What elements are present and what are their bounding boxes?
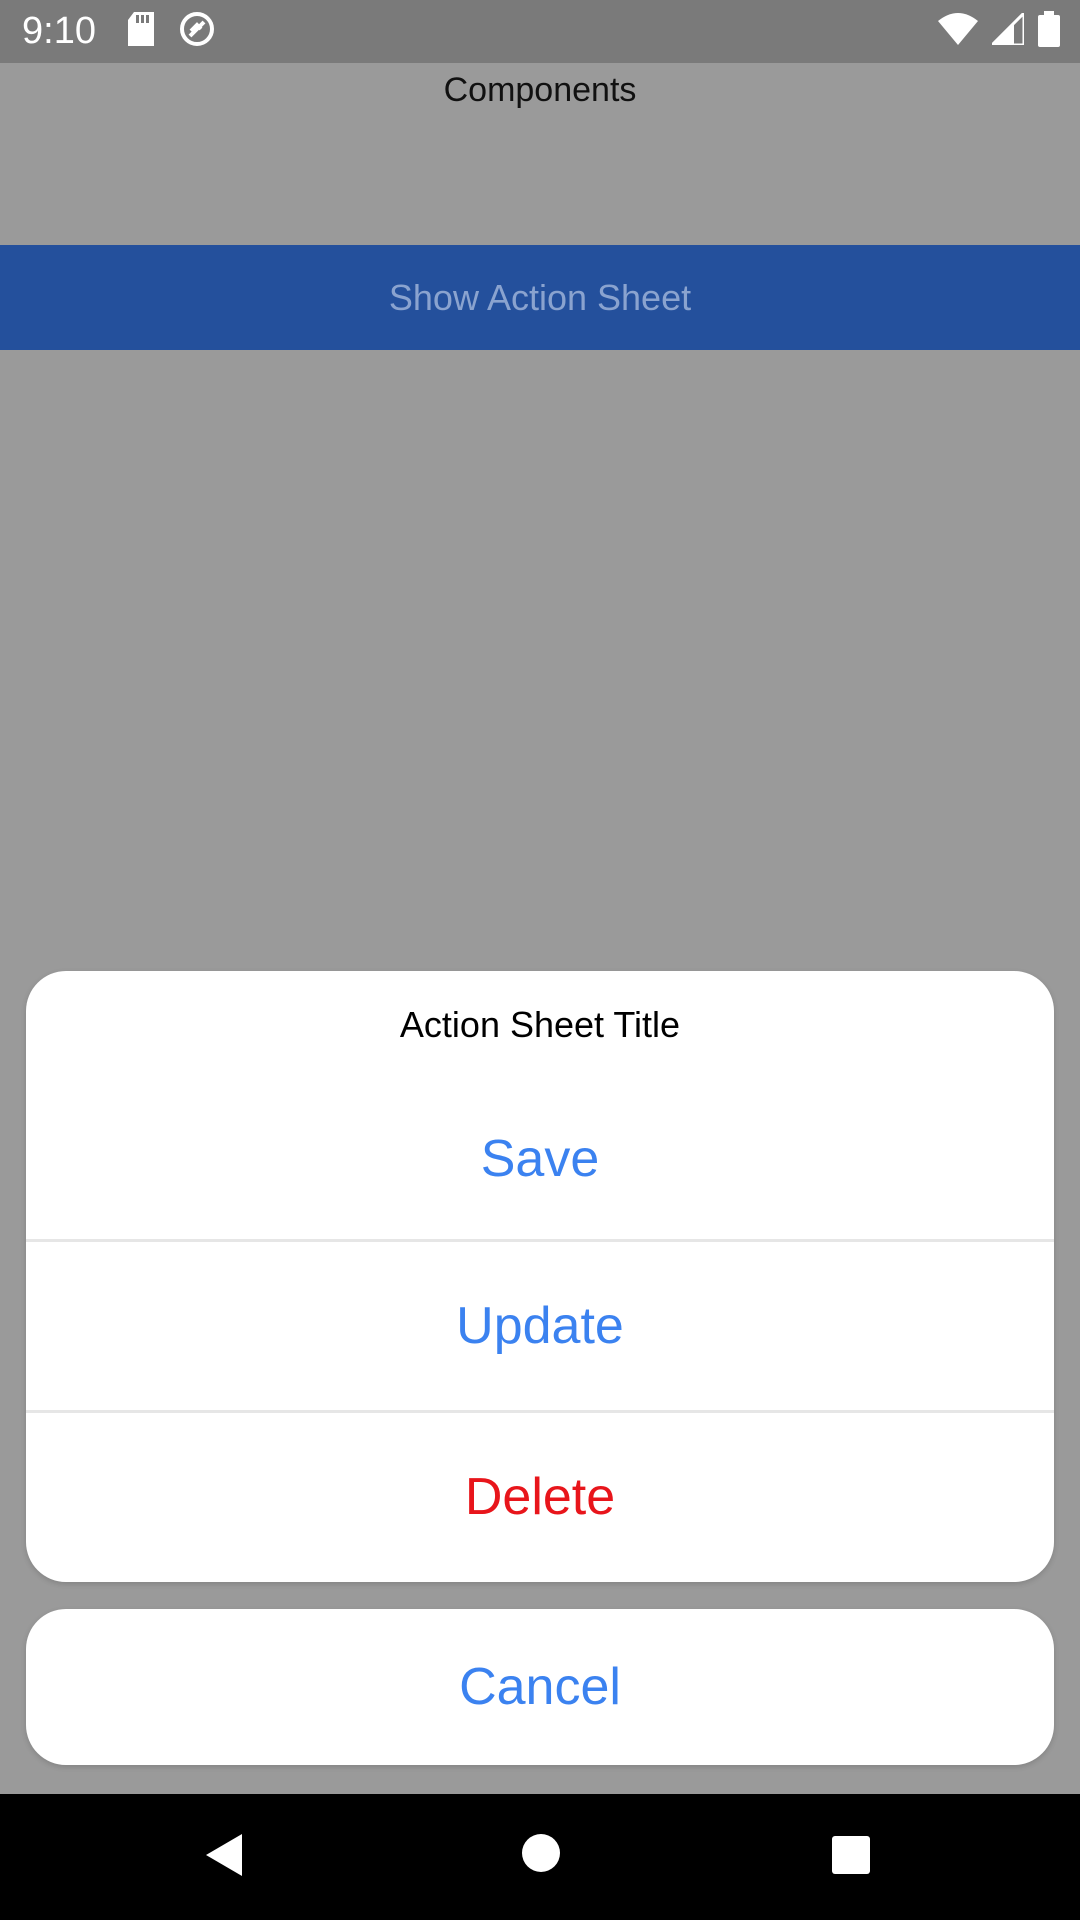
show-action-sheet-button[interactable]: Show Action Sheet [0,245,1080,350]
save-option[interactable]: Save [26,1079,1054,1239]
status-bar: 9:10 [0,0,1080,63]
cancel-button[interactable]: Cancel [26,1609,1054,1765]
signal-icon [988,9,1026,50]
delete-option-label: Delete [464,1468,616,1526]
sd-card-icon [126,12,156,51]
update-option-label: Update [456,1297,624,1355]
navigation-bar [0,1794,1080,1920]
battery-icon [1038,11,1060,52]
status-time: 9:10 [22,10,96,52]
back-icon[interactable] [200,1830,246,1880]
recents-icon[interactable] [830,1834,872,1876]
delete-option[interactable]: Delete [26,1413,1054,1581]
wifi-icon [938,13,978,50]
cancel-label: Cancel [459,1658,621,1716]
screen: 9:10 Components Show Action Sheet Action… [0,0,1080,1920]
save-option-label: Save [480,1130,600,1188]
action-sheet: Action Sheet Title Save Update Delete [26,971,1054,1582]
action-sheet-title: Action Sheet Title [399,1004,681,1045]
app-title: Components [443,71,637,109]
update-option[interactable]: Update [26,1242,1054,1410]
no-disturb-icon [178,10,216,53]
home-icon[interactable] [520,1832,562,1874]
